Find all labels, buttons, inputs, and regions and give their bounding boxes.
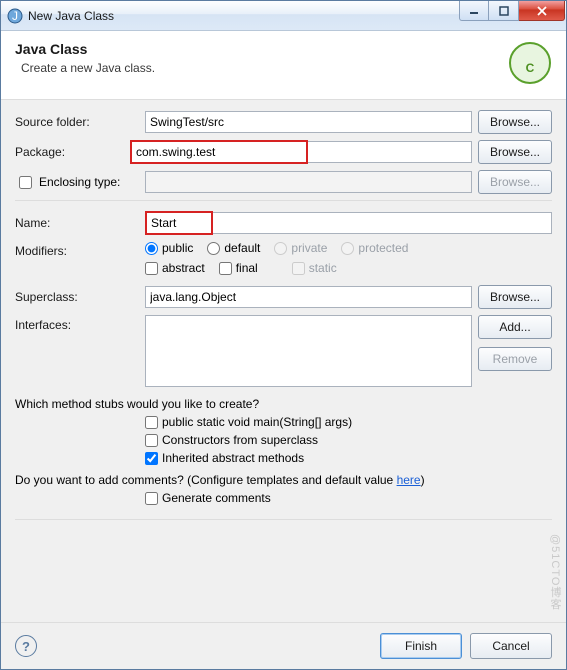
name-label: Name: bbox=[15, 216, 145, 230]
svg-text:J: J bbox=[12, 9, 18, 23]
dialog-window: J New Java Class Java Class Create a new… bbox=[0, 0, 567, 670]
window-title: New Java Class bbox=[28, 9, 114, 23]
package-input-ext[interactable] bbox=[308, 141, 472, 163]
name-input[interactable] bbox=[147, 213, 211, 233]
modifier-private: private bbox=[274, 241, 327, 255]
modifier-static: static bbox=[292, 261, 337, 275]
app-icon: J bbox=[7, 8, 23, 24]
configure-templates-link[interactable]: here bbox=[397, 473, 421, 487]
watermark: @51CTO博客 bbox=[547, 534, 563, 610]
source-folder-label: Source folder: bbox=[15, 115, 145, 129]
dialog-subtitle: Create a new Java class. bbox=[21, 61, 508, 75]
package-label: Package: bbox=[15, 145, 130, 159]
help-icon[interactable]: ? bbox=[15, 635, 37, 657]
finish-button[interactable]: Finish bbox=[380, 633, 462, 659]
source-folder-input[interactable] bbox=[145, 111, 472, 133]
browse-package-button[interactable]: Browse... bbox=[478, 140, 552, 164]
interfaces-label: Interfaces: bbox=[15, 315, 145, 332]
modifier-default[interactable]: default bbox=[207, 241, 260, 255]
name-highlight bbox=[145, 211, 213, 235]
modifier-public[interactable]: public bbox=[145, 241, 193, 255]
close-button[interactable] bbox=[519, 1, 565, 21]
separator-2 bbox=[15, 519, 552, 520]
minimize-button[interactable] bbox=[459, 1, 489, 21]
stub-constructors[interactable]: Constructors from superclass bbox=[145, 433, 318, 447]
name-input-ext[interactable] bbox=[213, 212, 552, 234]
comments-question: Do you want to add comments? (Configure … bbox=[15, 473, 552, 487]
modifier-abstract[interactable]: abstract bbox=[145, 261, 205, 275]
generate-comments[interactable]: Generate comments bbox=[145, 491, 271, 505]
add-interface-button[interactable]: Add... bbox=[478, 315, 552, 339]
package-input[interactable] bbox=[132, 142, 306, 162]
package-highlight bbox=[130, 140, 308, 164]
browse-enclosing-button: Browse... bbox=[478, 170, 552, 194]
separator-1 bbox=[15, 200, 552, 201]
browse-source-button[interactable]: Browse... bbox=[478, 110, 552, 134]
modifier-protected: protected bbox=[341, 241, 408, 255]
dialog-title: Java Class bbox=[15, 41, 508, 57]
superclass-input[interactable] bbox=[145, 286, 472, 308]
remove-interface-button: Remove bbox=[478, 347, 552, 371]
enclosing-type-input bbox=[145, 171, 472, 193]
titlebar: J New Java Class bbox=[1, 1, 566, 31]
stub-main[interactable]: public static void main(String[] args) bbox=[145, 415, 352, 429]
stub-inherited[interactable]: Inherited abstract methods bbox=[145, 451, 304, 465]
interfaces-list[interactable] bbox=[145, 315, 472, 387]
class-icon: C bbox=[508, 41, 552, 85]
maximize-button[interactable] bbox=[489, 1, 519, 21]
stubs-question: Which method stubs would you like to cre… bbox=[15, 397, 552, 411]
modifier-final[interactable]: final bbox=[219, 261, 258, 275]
browse-superclass-button[interactable]: Browse... bbox=[478, 285, 552, 309]
cancel-button[interactable]: Cancel bbox=[470, 633, 552, 659]
svg-text:C: C bbox=[526, 61, 535, 75]
superclass-label: Superclass: bbox=[15, 290, 145, 304]
dialog-header: Java Class Create a new Java class. C bbox=[1, 31, 566, 100]
enclosing-type-label: Enclosing type: bbox=[39, 175, 120, 189]
enclosing-type-checkbox[interactable] bbox=[19, 176, 32, 189]
modifiers-label: Modifiers: bbox=[15, 241, 145, 258]
dialog-footer: ? Finish Cancel bbox=[1, 622, 566, 669]
enclosing-type-check-wrap[interactable]: Enclosing type: bbox=[15, 173, 145, 192]
